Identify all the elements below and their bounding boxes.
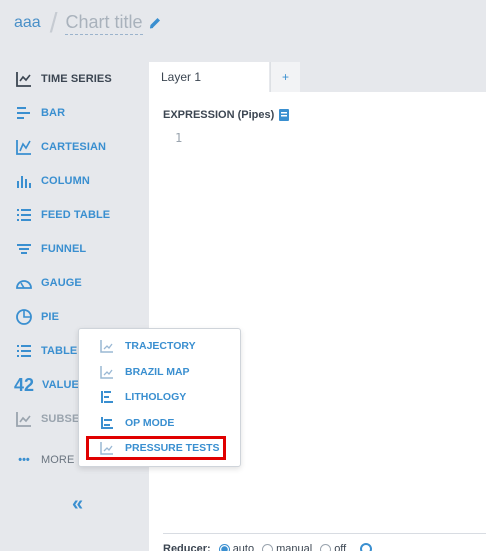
- popup-item-label: TRAJECTORY: [125, 340, 196, 352]
- table-icon: [14, 341, 34, 361]
- lithology-icon: [98, 388, 116, 406]
- sidebar-item-label: CARTESIAN: [41, 141, 107, 153]
- pencil-icon[interactable]: [148, 16, 162, 30]
- reducer-row: Reducer: auto manual off: [163, 543, 373, 551]
- tab-layer-1[interactable]: Layer 1: [149, 62, 269, 92]
- sidebar-item-label: TABLE: [41, 345, 78, 357]
- sidebar-item-time-series[interactable]: TIME SERIES: [0, 62, 149, 96]
- reducer-off-radio[interactable]: [320, 543, 332, 551]
- sidebar-item-label: VALUE: [42, 379, 79, 391]
- popup-item-label: PRESSURE TESTS: [125, 442, 220, 454]
- breadcrumb-link[interactable]: aaa: [14, 14, 41, 32]
- reducer-auto-label: auto: [232, 543, 255, 551]
- sidebar-item-label: COLUMN: [41, 175, 90, 187]
- subsea-icon: [14, 409, 34, 429]
- reducer-label: Reducer:: [163, 543, 211, 551]
- more-chart-types-popup: TRAJECTORY BRAZIL MAP LITHOLOGY OP MODE …: [78, 328, 241, 467]
- sidebar-item-label: GAUGE: [41, 277, 82, 289]
- popup-item-trajectory[interactable]: TRAJECTORY: [79, 334, 242, 358]
- layer-tabs: Layer 1 +: [149, 46, 486, 92]
- reducer-manual-radio[interactable]: [262, 543, 274, 551]
- popup-item-label: BRAZIL MAP: [125, 366, 190, 378]
- popup-item-op-mode[interactable]: OP MODE: [79, 411, 242, 435]
- popup-item-lithology[interactable]: LITHOLOGY: [79, 385, 242, 409]
- sidebar-item-column[interactable]: COLUMN: [0, 164, 149, 198]
- cartesian-icon: [14, 137, 34, 157]
- sidebar-item-label: TIME SERIES: [41, 73, 112, 85]
- sidebar-item-label: FEED TABLE: [41, 209, 111, 221]
- trajectory-icon: [98, 337, 116, 355]
- bar-chart-icon: [14, 103, 34, 123]
- popup-item-pressure-tests[interactable]: PRESSURE TESTS: [86, 436, 226, 460]
- sidebar-item-gauge[interactable]: GAUGE: [0, 266, 149, 300]
- reducer-auto-radio[interactable]: [218, 543, 230, 551]
- editor-panel: Layer 1 + EXPRESSION (Pipes) 1 Reducer: …: [149, 46, 486, 551]
- more-dots-icon: •••: [18, 454, 30, 466]
- line-number: 1: [175, 131, 183, 145]
- chart-type-sidebar: TIME SERIES BAR CARTESIAN COLUMN FEED TA…: [0, 46, 149, 551]
- chart-title[interactable]: Chart title: [65, 12, 143, 35]
- sidebar-item-label: FUNNEL: [41, 243, 87, 255]
- help-icon[interactable]: [360, 543, 373, 551]
- funnel-icon: [14, 239, 34, 259]
- popup-item-brazil-map[interactable]: BRAZIL MAP: [79, 360, 242, 384]
- pie-chart-icon: [14, 307, 34, 327]
- reducer-off-label: off: [334, 543, 347, 551]
- popup-item-label: OP MODE: [125, 417, 175, 429]
- collapse-sidebar-button[interactable]: «: [72, 493, 83, 516]
- value-icon: 42: [14, 374, 35, 395]
- more-label: MORE: [41, 454, 75, 466]
- divider: [163, 533, 486, 534]
- time-series-icon: [14, 69, 34, 89]
- list-icon: [14, 205, 34, 225]
- breadcrumb-separator: /: [49, 7, 58, 38]
- column-chart-icon: [14, 171, 34, 191]
- expression-label: EXPRESSION (Pipes): [163, 109, 275, 121]
- gauge-icon: [14, 273, 34, 293]
- sidebar-item-label: PIE: [41, 311, 60, 323]
- add-layer-button[interactable]: +: [270, 62, 300, 92]
- expression-header: EXPRESSION (Pipes): [163, 108, 290, 122]
- sidebar-item-bar[interactable]: BAR: [0, 96, 149, 130]
- pressure-tests-icon: [98, 439, 116, 457]
- reducer-manual-label: manual: [276, 543, 313, 551]
- sidebar-item-label: BAR: [41, 107, 66, 119]
- popup-item-label: LITHOLOGY: [125, 391, 187, 403]
- op-mode-icon: [98, 414, 116, 432]
- brazil-map-icon: [98, 363, 116, 381]
- book-icon[interactable]: [278, 108, 290, 122]
- sidebar-item-funnel[interactable]: FUNNEL: [0, 232, 149, 266]
- top-bar: aaa / Chart title: [0, 0, 486, 46]
- sidebar-item-feed-table[interactable]: FEED TABLE: [0, 198, 149, 232]
- sidebar-item-cartesian[interactable]: CARTESIAN: [0, 130, 149, 164]
